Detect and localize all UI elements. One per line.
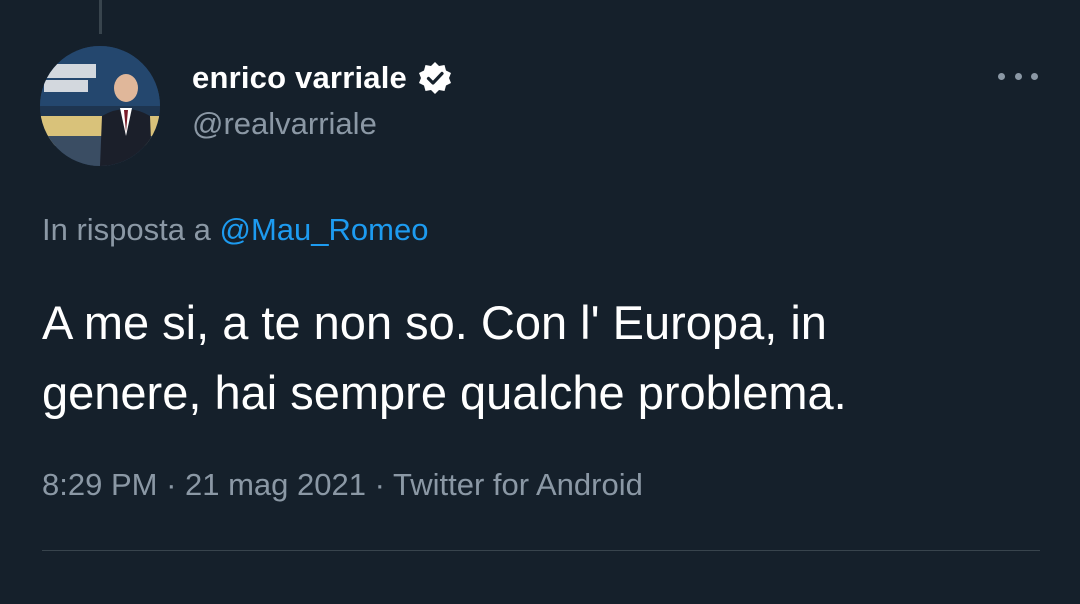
verified-badge-icon bbox=[418, 62, 451, 94]
divider bbox=[42, 550, 1040, 551]
reply-prefix: In risposta a bbox=[42, 212, 220, 247]
reply-context: In risposta a @Mau_Romeo bbox=[42, 212, 428, 248]
avatar[interactable] bbox=[40, 46, 160, 166]
tweet-time[interactable]: 8:29 PM bbox=[42, 467, 157, 502]
author-name-row[interactable]: enrico varriale bbox=[192, 56, 453, 100]
reply-mention-link[interactable]: @Mau_Romeo bbox=[219, 212, 428, 247]
more-horizontal-icon bbox=[998, 72, 1005, 80]
meta-separator: · bbox=[157, 467, 186, 502]
tweet-text-line: A me si, a te non so. Con l' Europa, in bbox=[42, 296, 827, 349]
more-horizontal-icon bbox=[1031, 72, 1038, 80]
tweet-date[interactable]: 21 mag 2021 bbox=[185, 467, 366, 502]
tweet-text-line: genere, hai sempre qualche problema. bbox=[42, 366, 847, 419]
tweet-source[interactable]: Twitter for Android bbox=[393, 467, 643, 502]
thread-connector-line bbox=[99, 0, 102, 34]
profile-photo-icon bbox=[40, 46, 160, 166]
more-horizontal-icon bbox=[1014, 72, 1022, 80]
tweet-text: A me si, a te non so. Con l' Europa, in … bbox=[42, 288, 1042, 428]
author-display-name[interactable]: enrico varriale bbox=[192, 60, 407, 96]
more-options-button[interactable] bbox=[998, 58, 1038, 94]
meta-separator: · bbox=[366, 467, 393, 502]
author-handle[interactable]: @realvarriale bbox=[192, 106, 377, 142]
tweet-metadata: 8:29 PM · 21 mag 2021 · Twitter for Andr… bbox=[42, 467, 643, 503]
